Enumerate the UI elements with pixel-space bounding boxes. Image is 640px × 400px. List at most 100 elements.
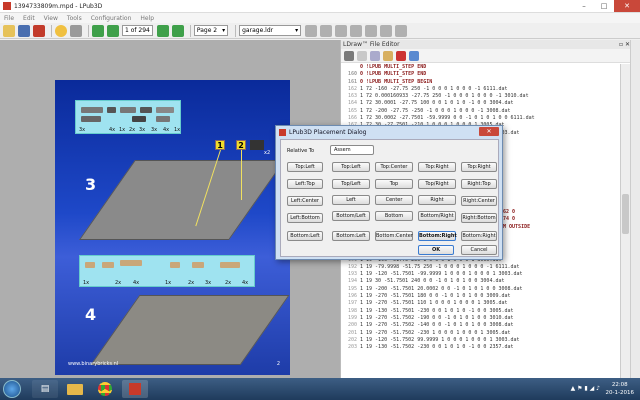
previous-page-icon[interactable]: [107, 24, 119, 37]
editor-line[interactable]: 194 1 19 30 -51.7501 240 0 0 -1 0 1 0 1 0…: [341, 278, 621, 285]
btn-top-right[interactable]: Top:Right: [418, 162, 456, 172]
zoom-out-icon[interactable]: [365, 24, 378, 37]
open-icon[interactable]: [3, 24, 15, 37]
pdf-export-icon[interactable]: [33, 24, 45, 37]
paste-icon[interactable]: [383, 50, 393, 61]
pli-count: 3x: [151, 127, 158, 133]
editor-line[interactable]: 160 0 !LPUB MULTI_STEP END: [341, 71, 621, 78]
btn-top[interactable]: Top: [375, 179, 413, 189]
editor-line[interactable]: 193 1 19 -120 -51.7501 -99.9999 1 0 0 0 1…: [341, 271, 621, 278]
editor-line[interactable]: 199 1 19 -270 -51.7502 -190 0 0 -1 0 1 0 …: [341, 315, 621, 322]
model-combo[interactable]: garage.ldr: [239, 25, 302, 36]
copy-icon[interactable]: [370, 50, 380, 61]
btn-topright[interactable]: Top/Right: [418, 179, 456, 189]
editor-line[interactable]: 192 1 19 -79.9998 -51.75 250 -1 0 0 0 1 0…: [341, 264, 621, 271]
step-4-model: [90, 295, 290, 365]
clock[interactable]: 22:08 20-1-2016: [606, 381, 634, 397]
minimize-button[interactable]: –: [574, 0, 594, 12]
btn-top-left-outer[interactable]: Top:Left: [287, 162, 323, 172]
editor-line[interactable]: 200 1 19 -270 -51.7502 -140 0 0 -1 0 1 0 …: [341, 322, 621, 329]
btn-topleft[interactable]: Top/Left: [332, 179, 370, 189]
first-page-icon[interactable]: [92, 24, 104, 37]
editor-line[interactable]: 202 1 19 -120 -51.7502 99.9999 1 0 0 0 1 …: [341, 337, 621, 344]
lpub3d-taskbar-icon[interactable]: [122, 380, 148, 398]
btn-center[interactable]: Center: [375, 195, 413, 205]
save-icon[interactable]: [18, 24, 30, 37]
btn-bottomright[interactable]: Bottom/Right: [418, 211, 456, 221]
delete-icon[interactable]: [396, 50, 406, 61]
ruler-icon[interactable]: [395, 24, 408, 37]
menu-edit[interactable]: Edit: [23, 15, 35, 22]
editor-line[interactable]: 166 1 72 30.0002 -27.7501 -59.9999 0 0 -1…: [341, 115, 621, 122]
pli-count: 2x: [225, 280, 232, 286]
pli-count: 3x: [205, 280, 212, 286]
fit-width-icon[interactable]: [305, 24, 318, 37]
editor-line[interactable]: 163 1 72 0.000160933 -27.75 250 -1 0 0 0 …: [341, 93, 621, 100]
editor-toolbar: [341, 49, 630, 63]
page-combo[interactable]: Page 2: [193, 25, 229, 36]
menu-configuration[interactable]: Configuration: [91, 15, 132, 22]
zoom-in-icon[interactable]: [350, 24, 363, 37]
pli-count: 2x: [129, 127, 136, 133]
editor-line[interactable]: 197 1 19 -270 -51.7501 110 1 0 0 0 1 0 0 …: [341, 300, 621, 307]
btn-right-bottom[interactable]: Right:Bottom: [461, 213, 497, 223]
btn-right-center[interactable]: Right:Center: [461, 196, 497, 206]
editor-line[interactable]: 162 1 72 -160 -27.75 250 -1 0 0 0 1 0 0 0…: [341, 86, 621, 93]
editor-line[interactable]: 161 0 !LPUB MULTI_STEP BEGIN: [341, 79, 621, 86]
maximize-button[interactable]: □: [594, 0, 614, 12]
actual-size-icon[interactable]: [335, 24, 348, 37]
page-number-field[interactable]: 1 of 294: [122, 25, 153, 36]
btn-bottom-left-outer[interactable]: Bottom:Left: [287, 231, 323, 241]
cancel-button[interactable]: Cancel: [461, 245, 497, 255]
menu-view[interactable]: View: [44, 15, 58, 22]
btn-left-bottom[interactable]: Left:Bottom: [287, 213, 323, 223]
relative-to-select[interactable]: Assem: [330, 145, 374, 155]
btn-top-right-outer[interactable]: Top:Right: [461, 162, 497, 172]
clock-date: 20-1-2016: [605, 390, 634, 396]
editor-scrollbar[interactable]: [620, 64, 630, 378]
btn-bottom-right-selected[interactable]: Bottom:Right: [418, 231, 457, 241]
btn-top-left[interactable]: Top:Left: [332, 162, 370, 172]
redo-icon[interactable]: [70, 24, 82, 37]
right-scrollbar[interactable]: [630, 40, 640, 378]
btn-bottom-right-outer[interactable]: Bottom:Right: [461, 231, 497, 241]
editor-line[interactable]: 0 !LPUB MULTI_STEP END: [341, 64, 621, 71]
next-page-icon[interactable]: [156, 24, 169, 37]
btn-bottomleft[interactable]: Bottom/Left: [332, 211, 370, 221]
editor-line[interactable]: 203 1 19 -130 -51.7502 -230 0 0 1 0 1 0 -…: [341, 344, 621, 351]
btn-left-center[interactable]: Left:Center: [287, 196, 323, 206]
start-button[interactable]: [3, 380, 21, 398]
btn-bottom[interactable]: Bottom: [375, 211, 413, 221]
btn-right[interactable]: Right: [418, 195, 456, 205]
btn-top-center[interactable]: Top:Center: [375, 162, 413, 172]
grid-icon[interactable]: [380, 24, 393, 37]
editor-line[interactable]: 164 1 72 30.0001 -27.75 100 0 0 1 0 1 0 -…: [341, 100, 621, 107]
folder-icon[interactable]: [62, 380, 88, 398]
undo-icon[interactable]: [55, 24, 67, 37]
editor-line[interactable]: 198 1 19 -130 -51.7501 -230 0 0 1 0 1 0 -…: [341, 308, 621, 315]
btn-bottom-center[interactable]: Bottom:Center: [375, 231, 413, 241]
menu-help[interactable]: Help: [140, 15, 154, 22]
btn-left-top[interactable]: Left:Top: [287, 179, 323, 189]
editor-list-icon[interactable]: [344, 50, 354, 61]
app-window: 1394733809m.mpd - LPub3D – □ ✕ File Edit…: [0, 0, 640, 378]
btn-right-top[interactable]: Right:Top: [461, 179, 497, 189]
last-page-icon[interactable]: [171, 24, 184, 37]
close-button[interactable]: ✕: [614, 0, 640, 12]
tray-icons[interactable]: ▲ ⚑ ▮ ◢ ♪: [571, 385, 600, 392]
menu-tools[interactable]: Tools: [67, 15, 82, 22]
dialog-close-button[interactable]: ✕: [479, 127, 499, 136]
fit-visible-icon[interactable]: [320, 24, 333, 37]
btn-left[interactable]: Left: [332, 195, 370, 205]
editor-save-icon[interactable]: [409, 50, 419, 61]
editor-line[interactable]: 165 1 72 -200 -27.75 -250 -1 0 0 0 1 0 0 …: [341, 108, 621, 115]
ok-button[interactable]: OK: [418, 245, 454, 255]
explorer-icon[interactable]: ▤: [32, 380, 58, 398]
cut-icon[interactable]: [357, 50, 367, 61]
menu-file[interactable]: File: [4, 15, 14, 22]
editor-line[interactable]: 196 1 19 -270 -51.7501 180 0 0 -1 0 1 0 1…: [341, 293, 621, 300]
editor-line[interactable]: 201 1 19 -270 -51.7502 -230 1 0 0 0 1 0 0…: [341, 330, 621, 337]
editor-line[interactable]: 195 1 19 -200 -51.7501 20.0002 0 0 -1 0 1…: [341, 286, 621, 293]
chrome-icon[interactable]: [92, 380, 118, 398]
btn-bottom-left[interactable]: Bottom:Left: [332, 231, 370, 241]
